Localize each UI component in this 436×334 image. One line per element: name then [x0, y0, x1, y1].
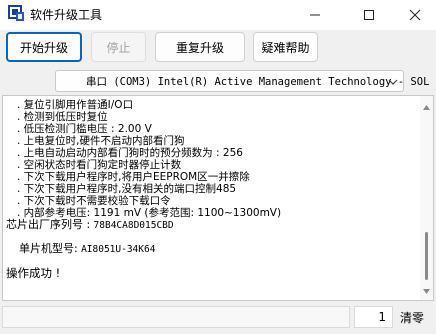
chip-model-row: 单片机型号: AI8051U-34K64	[19, 243, 155, 256]
clear-button[interactable]: 清零	[400, 309, 424, 326]
scroll-up-icon[interactable]	[423, 99, 430, 113]
scroll-thumb[interactable]	[425, 232, 428, 280]
operation-result: 操作成功 !	[6, 266, 61, 280]
minimize-icon	[310, 14, 320, 16]
port-select[interactable]: 串口 (COM3) Intel(R) Active Management Tec…	[55, 70, 429, 92]
log-line: . 下次下载用户程序时,没有相关的端口控制485	[17, 183, 237, 195]
chevron-down-icon	[386, 75, 400, 89]
retry-upgrade-button[interactable]: 重复升级	[155, 32, 245, 62]
maximize-button[interactable]	[346, 0, 392, 30]
chip-serial-row: 芯片出厂序列号 : 78B4CA8D015CBD	[6, 219, 174, 232]
scroll-down-icon[interactable]	[423, 283, 430, 297]
maximize-icon	[364, 10, 374, 20]
chip-serial-value: 78B4CA8D015CBD	[93, 220, 174, 231]
title-bar: 软件升级工具	[0, 0, 436, 30]
log-line: . 检测到低压时复位	[17, 111, 108, 123]
log-scrollbar[interactable]	[420, 96, 433, 300]
chip-model-value: AI8051U-34K64	[81, 244, 156, 255]
log-line: . 空闲状态时看门狗定时器停止计数	[17, 159, 182, 171]
start-upgrade-button[interactable]: 开始升级	[6, 32, 82, 62]
minimize-button[interactable]	[292, 0, 338, 30]
log-line: . 上电自动启动内部看门狗时的预分频数为 : 256	[17, 147, 243, 159]
chip-model-label: 单片机型号:	[19, 242, 78, 255]
log-output[interactable]: . 复位引脚用作普通I/O口 . 检测到低压时复位 . 低压检测门槛电压 : 2…	[2, 95, 434, 301]
stop-button[interactable]: 停止	[91, 32, 146, 62]
app-logo-icon	[6, 3, 26, 23]
log-line: . 复位引脚用作普通I/O口	[17, 99, 134, 111]
window-title: 软件升级工具	[30, 8, 103, 22]
log-line: . 低压检测门槛电压 : 2.00 V	[17, 123, 152, 135]
close-icon	[409, 9, 421, 21]
page-number-field[interactable]: 1	[354, 306, 393, 328]
help-button[interactable]: 疑难帮助	[253, 32, 318, 62]
log-line: . 下次下载用户程序时,将用户EEPROM区一并擦除	[17, 171, 250, 183]
port-select-value: 串口 (COM3) Intel(R) Active Management Tec…	[86, 76, 430, 88]
chip-serial-label: 芯片出厂序列号 :	[6, 218, 91, 231]
close-button[interactable]	[392, 0, 436, 30]
log-line: . 上电复位时,硬件不启动内部看门狗	[17, 135, 185, 147]
status-bar	[2, 306, 350, 328]
log-line: . 下次下载时不需要校验下载口令	[17, 195, 171, 207]
